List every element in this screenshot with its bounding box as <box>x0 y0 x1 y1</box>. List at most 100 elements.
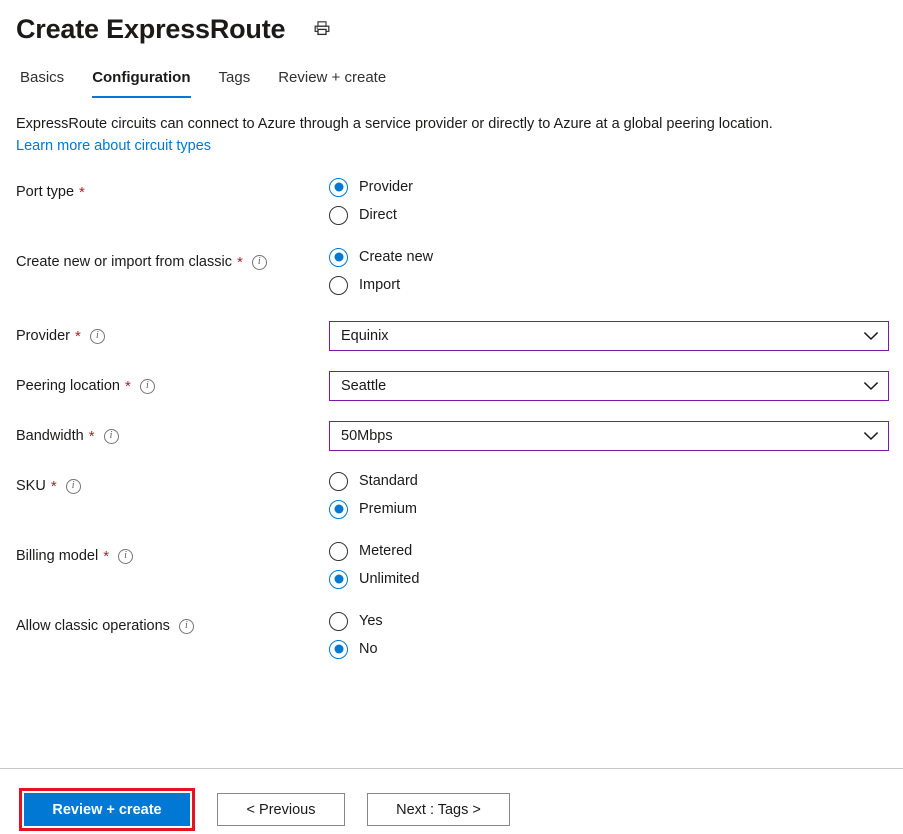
tab-tags[interactable]: Tags <box>219 68 251 98</box>
tab-configuration[interactable]: Configuration <box>92 68 191 98</box>
field-billing-model: Billing model * i Metered Unlimited <box>16 541 903 589</box>
radio-mark-icon <box>329 247 348 267</box>
label-text: Allow classic operations <box>16 618 170 634</box>
label-text: SKU <box>16 478 46 494</box>
field-label-provider: Provider * i <box>16 321 329 346</box>
info-icon[interactable]: i <box>103 428 119 444</box>
field-label-create-new-or-import: Create new or import from classic * i <box>16 247 329 272</box>
tab-review-create[interactable]: Review + create <box>278 68 386 98</box>
required-asterisk: * <box>236 254 243 271</box>
required-asterisk: * <box>79 184 85 201</box>
footer-divider <box>0 768 903 769</box>
radio-label: Premium <box>359 501 418 517</box>
required-asterisk: * <box>50 478 57 495</box>
radio-label: Yes <box>359 613 383 629</box>
label-text: Billing model <box>16 548 99 564</box>
printer-icon[interactable] <box>309 16 335 42</box>
info-icon[interactable]: i <box>65 478 81 494</box>
required-asterisk: * <box>125 378 131 395</box>
radio-group-port-type: Provider Direct <box>329 177 903 225</box>
radio-group-billing-model: Metered Unlimited <box>329 541 903 589</box>
field-label-billing-model: Billing model * i <box>16 541 329 566</box>
radio-allow-classic-yes[interactable]: Yes <box>329 611 903 631</box>
radio-billing-metered[interactable]: Metered <box>329 541 903 561</box>
radio-port-type-provider[interactable]: Provider <box>329 177 903 197</box>
field-control-bandwidth: 50Mbps <box>329 421 903 451</box>
field-label-allow-classic-operations: Allow classic operations i <box>16 611 329 636</box>
radio-mark-icon <box>329 639 348 659</box>
radio-port-type-direct[interactable]: Direct <box>329 205 903 225</box>
intro-section: ExpressRoute circuits can connect to Azu… <box>0 98 903 157</box>
radio-import[interactable]: Import <box>329 275 903 295</box>
radio-label: Unlimited <box>359 571 420 587</box>
field-label-bandwidth: Bandwidth * i <box>16 421 329 446</box>
field-bandwidth: Bandwidth * i 50Mbps <box>16 421 903 451</box>
chevron-down-icon <box>863 381 879 391</box>
radio-label: Provider <box>359 179 413 195</box>
field-peering-location: Peering location * i Seattle <box>16 371 903 401</box>
radio-mark-icon <box>329 205 348 225</box>
radio-label: Create new <box>359 249 434 265</box>
radio-sku-standard[interactable]: Standard <box>329 471 903 491</box>
label-text: Peering location <box>16 378 120 394</box>
radio-mark-icon <box>329 611 348 631</box>
field-label-peering-location: Peering location * i <box>16 371 329 396</box>
bandwidth-dropdown[interactable]: 50Mbps <box>329 421 889 451</box>
field-control-create-new-or-import: Create new Import <box>329 247 903 295</box>
previous-button[interactable]: < Previous <box>217 793 345 826</box>
page-title: Create ExpressRoute <box>16 14 286 44</box>
provider-dropdown[interactable]: Equinix <box>329 321 889 351</box>
radio-billing-unlimited[interactable]: Unlimited <box>329 569 903 589</box>
field-label-sku: SKU * i <box>16 471 329 496</box>
bandwidth-value: 50Mbps <box>341 428 393 444</box>
required-asterisk: * <box>75 328 81 345</box>
peering-location-value: Seattle <box>341 378 387 394</box>
provider-value: Equinix <box>341 328 389 344</box>
info-icon[interactable]: i <box>251 254 267 270</box>
radio-mark-icon <box>329 569 348 589</box>
radio-mark-icon <box>329 499 348 519</box>
radio-group-create-new-or-import: Create new Import <box>329 247 903 295</box>
radio-label: Metered <box>359 543 413 559</box>
info-icon[interactable]: i <box>139 378 155 394</box>
label-text: Create new or import from classic <box>16 254 232 270</box>
learn-more-link[interactable]: Learn more about circuit types <box>16 136 883 157</box>
tab-bar: Basics Configuration Tags Review + creat… <box>0 66 903 98</box>
tab-basics[interactable]: Basics <box>20 68 64 98</box>
configuration-form: Port type * Provider Direct Create new o… <box>0 177 903 659</box>
field-control-sku: Standard Premium <box>329 471 903 519</box>
required-asterisk: * <box>103 548 110 565</box>
chevron-down-icon <box>863 331 879 341</box>
field-control-billing-model: Metered Unlimited <box>329 541 903 589</box>
radio-group-allow-classic-operations: Yes No <box>329 611 903 659</box>
field-sku: SKU * i Standard Premium <box>16 471 903 519</box>
radio-group-sku: Standard Premium <box>329 471 903 519</box>
label-text: Bandwidth <box>16 428 84 444</box>
info-icon[interactable]: i <box>89 328 105 344</box>
page-header: Create ExpressRoute <box>0 0 903 46</box>
label-text: Provider <box>16 328 70 344</box>
radio-mark-icon <box>329 471 348 491</box>
radio-label: No <box>359 641 378 657</box>
field-control-allow-classic-operations: Yes No <box>329 611 903 659</box>
radio-mark-icon <box>329 177 348 197</box>
review-create-button[interactable]: Review + create <box>24 793 190 826</box>
next-tags-button[interactable]: Next : Tags > <box>367 793 510 826</box>
info-icon[interactable]: i <box>178 618 194 634</box>
info-icon[interactable]: i <box>118 548 134 564</box>
field-allow-classic-operations: Allow classic operations i Yes No <box>16 611 903 659</box>
chevron-down-icon <box>863 431 879 441</box>
radio-label: Direct <box>359 207 397 223</box>
field-control-port-type: Provider Direct <box>329 177 903 225</box>
required-asterisk: * <box>88 428 95 445</box>
radio-mark-icon <box>329 275 348 295</box>
field-port-type: Port type * Provider Direct <box>16 177 903 225</box>
radio-allow-classic-no[interactable]: No <box>329 639 903 659</box>
field-create-new-or-import: Create new or import from classic * i Cr… <box>16 247 903 295</box>
radio-sku-premium[interactable]: Premium <box>329 499 903 519</box>
peering-location-dropdown[interactable]: Seattle <box>329 371 889 401</box>
field-control-peering-location: Seattle <box>329 371 903 401</box>
footer-actions: Review + create < Previous Next : Tags > <box>0 788 903 831</box>
field-label-port-type: Port type * <box>16 177 329 202</box>
radio-create-new[interactable]: Create new <box>329 247 903 267</box>
